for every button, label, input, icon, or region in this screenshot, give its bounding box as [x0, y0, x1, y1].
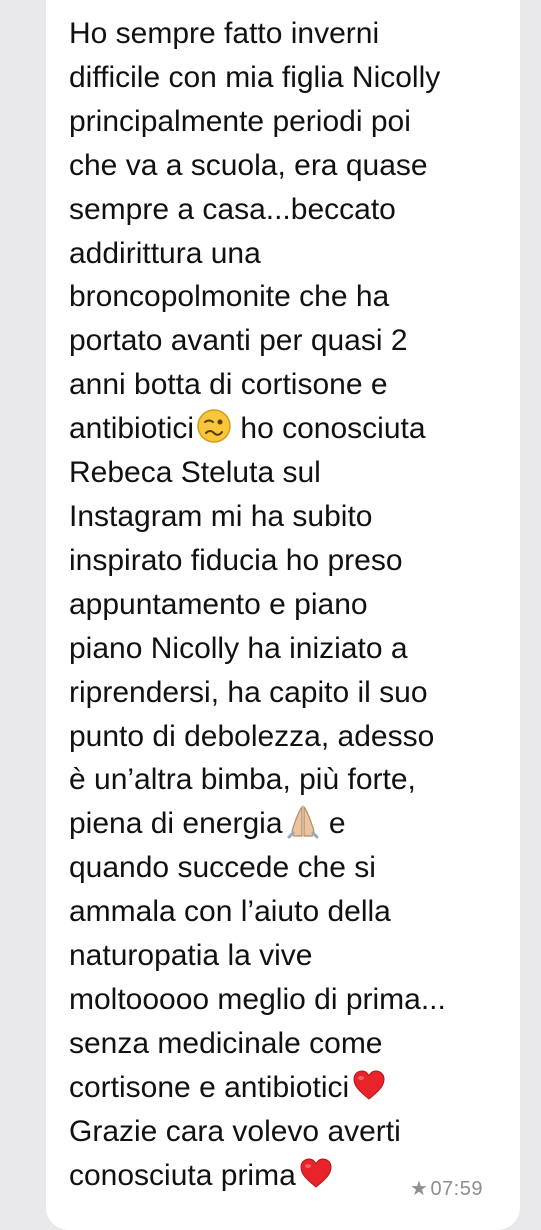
message-segment: cortisone e antibiotici — [69, 1070, 350, 1104]
message-line: riprendersi, ha capito il suo — [69, 675, 428, 709]
message-line: inspirato fiducia ho preso — [69, 543, 403, 577]
message-meta: ★ 07:59 — [410, 1176, 483, 1201]
red-heart-icon — [353, 1070, 385, 1100]
message-line: è un’altra bimba, più forte, — [69, 763, 416, 797]
message-line: naturopatia la vive — [69, 939, 313, 973]
message-line: appuntamento e piano — [69, 587, 368, 621]
message-line: Instagram mi ha subito — [69, 499, 373, 533]
message-line: sempre a casa...beccato — [69, 192, 396, 226]
message-line: ammala con l’aiuto della — [69, 895, 391, 929]
folded-hands-icon — [287, 805, 319, 839]
message-line: punto di debolezza, adesso — [69, 719, 435, 753]
message-line: principalmente periodi poi — [69, 104, 411, 138]
message-line: difficile con mia figlia Nicolly — [69, 60, 441, 94]
message-line: Ho sempre fatto inverni — [69, 17, 380, 50]
message-line: cortisone e antibiotici — [69, 1066, 509, 1110]
message-line: che va a scuola, era quase — [69, 148, 428, 182]
message-line: broncopolmonite che ha — [69, 280, 390, 314]
message-line: piano Nicolly ha iniziato a — [69, 631, 408, 665]
message-line: Grazie cara volevo averti — [69, 1114, 401, 1148]
woozy-face-icon — [197, 409, 231, 443]
message-segment: e — [320, 807, 346, 841]
message-text: Ho sempre fatto inverni difficile con mi… — [69, 12, 509, 1197]
message-line: senza medicinale come — [69, 1026, 383, 1060]
message-line: portato avanti per quasi 2 — [69, 324, 408, 358]
message-line: anni botta di cortisone e — [69, 368, 388, 402]
message-segment: conosciuta prima — [69, 1158, 296, 1192]
message-line: moltooooo meglio di prima... — [69, 982, 446, 1016]
message-segment: piena di energia — [69, 807, 283, 841]
message-line: addirittura una — [69, 236, 261, 270]
message-line: antibiotici ho conosciuta — [69, 407, 509, 451]
message-segment: ho conosciuta — [232, 412, 426, 446]
red-heart-icon — [300, 1158, 332, 1188]
message-line: quando succede che si — [69, 851, 376, 885]
message-line: piena di energia e — [69, 802, 509, 846]
message-segment: antibiotici — [69, 412, 195, 446]
message-line: Rebeca Steluta sul — [69, 456, 321, 490]
